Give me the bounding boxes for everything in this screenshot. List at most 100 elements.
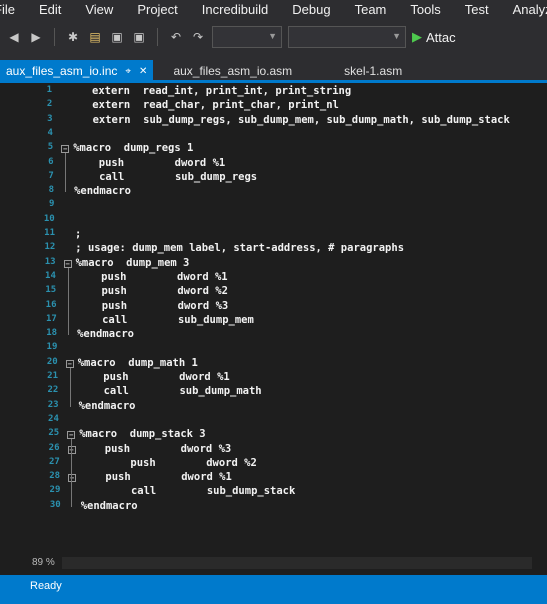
- fold-toggle-icon[interactable]: −: [61, 145, 70, 154]
- toolbar-separator: [54, 28, 55, 46]
- new-project-icon[interactable]: ✱: [65, 29, 81, 45]
- line-number: 7: [48, 170, 54, 181]
- code-line[interactable]: 12 ; usage: dump_mem label, start-address…: [0, 242, 547, 256]
- zoom-level[interactable]: 89 %: [32, 557, 55, 568]
- horizontal-scrollbar[interactable]: [62, 557, 532, 569]
- code-text: ; usage: dump_mem label, start-address, …: [75, 242, 405, 255]
- line-number: 16: [45, 299, 57, 310]
- tab-aux-files-asm-io-inc[interactable]: aux_files_asm_io.inc ⌖ ✕: [0, 60, 154, 82]
- forward-icon[interactable]: ▶: [28, 29, 44, 45]
- code-text: call sub_dump_stack: [80, 485, 296, 498]
- attach-label: Attac: [426, 29, 456, 45]
- solution-config-dropdown[interactable]: ▼: [212, 26, 282, 48]
- code-text: push dword %1: [73, 156, 226, 169]
- line-number: 1: [46, 85, 52, 95]
- tab-label: aux_files_asm_io.asm: [173, 64, 293, 78]
- code-line[interactable]: 29 call sub_dump_stack: [0, 485, 547, 499]
- code-text: push dword %1: [75, 270, 228, 283]
- code-line[interactable]: 1 extern read_int, print_int, print_strin…: [0, 85, 547, 99]
- code-line[interactable]: 8 %endmacro: [0, 185, 547, 199]
- line-number: 24: [48, 413, 59, 424]
- code-line[interactable]: 18 %endmacro: [0, 328, 547, 342]
- menu-file[interactable]: File: [0, 2, 15, 17]
- fold-toggle-icon[interactable]: −: [65, 359, 74, 368]
- undo-icon[interactable]: ↶: [168, 29, 184, 45]
- menu-view[interactable]: View: [85, 2, 113, 17]
- code-line[interactable]: 4: [0, 128, 547, 142]
- line-number: 29: [49, 485, 61, 496]
- code-line[interactable]: 2 extern read_char, print_char, print_nl: [0, 99, 547, 113]
- status-text: Ready: [30, 580, 62, 592]
- code-line[interactable]: 5− %macro dump_regs 1: [0, 142, 547, 156]
- close-icon[interactable]: ✕: [139, 66, 147, 77]
- redo-icon[interactable]: ↷: [190, 29, 206, 45]
- fold-guide: [65, 153, 67, 193]
- line-number: 12: [44, 242, 56, 253]
- menu-test[interactable]: Test: [465, 2, 489, 17]
- code-line[interactable]: 20− %macro dump_math 1: [0, 357, 547, 371]
- fold-toggle-icon[interactable]: −: [67, 431, 76, 440]
- fold-guide: [71, 439, 73, 507]
- code-line[interactable]: 30 %endmacro: [0, 500, 547, 514]
- code-line[interactable]: 23 %endmacro: [0, 400, 547, 414]
- toolbar-separator: [157, 28, 158, 46]
- save-icon[interactable]: ▣: [109, 29, 125, 45]
- tab-skel-1-asm[interactable]: skel-1.asm: [338, 60, 408, 82]
- code-line[interactable]: 6 push dword %1: [0, 157, 547, 171]
- chevron-down-icon: ▼: [268, 31, 277, 41]
- code-text: %endmacro: [74, 185, 131, 198]
- code-line[interactable]: 9: [0, 199, 547, 213]
- menu-analyze[interactable]: Analyze: [513, 2, 547, 17]
- code-line[interactable]: 11;: [0, 228, 547, 242]
- code-line[interactable]: 10: [0, 214, 547, 228]
- open-icon[interactable]: ▤: [87, 29, 103, 45]
- code-line[interactable]: 25− %macro dump_stack 3: [0, 428, 547, 442]
- line-number: 18: [46, 328, 58, 339]
- code-line[interactable]: 21 push dword %1: [0, 371, 547, 385]
- line-number: 5: [47, 142, 54, 153]
- code-text: call sub_dump_math: [78, 385, 262, 398]
- code-text: %endmacro: [80, 499, 138, 512]
- menu-tools[interactable]: Tools: [410, 2, 440, 17]
- editor-footer: 89 %: [0, 553, 547, 575]
- code-line[interactable]: 22 call sub_dump_math: [0, 385, 547, 399]
- attach-button[interactable]: ▶ Attac: [412, 29, 456, 45]
- menu-project[interactable]: Project: [137, 2, 177, 17]
- menu-team[interactable]: Team: [355, 2, 387, 17]
- line-number: 26: [48, 442, 60, 453]
- back-icon[interactable]: ◀: [6, 29, 22, 45]
- code-line[interactable]: 14 push dword %1: [0, 271, 547, 285]
- save-all-icon[interactable]: ▣: [131, 29, 147, 45]
- menu-debug[interactable]: Debug: [292, 2, 330, 17]
- code-text: %endmacro: [77, 328, 134, 341]
- code-line[interactable]: 13− %macro dump_mem 3: [0, 257, 547, 271]
- code-line[interactable]: 27 push dword %2: [0, 457, 547, 471]
- code-line[interactable]: 17 call sub_dump_mem: [0, 314, 547, 328]
- line-number: 6: [48, 156, 54, 167]
- code-line[interactable]: 16 push dword %3: [0, 300, 547, 314]
- code-line[interactable]: 7 call sub_dump_regs: [0, 171, 547, 185]
- code-line[interactable]: 3 extern sub_dump_regs, sub_dump_mem, sub…: [0, 114, 547, 128]
- pin-icon[interactable]: ⌖: [125, 66, 131, 77]
- menu-edit[interactable]: Edit: [39, 2, 61, 17]
- tab-aux-files-asm-io-asm[interactable]: aux_files_asm_io.asm: [167, 60, 298, 82]
- code-line[interactable]: 26− push dword %3: [0, 443, 547, 457]
- toolbar: ◀ ▶ ✱ ▤ ▣ ▣ ↶ ↷ ▼ ▼ ▶ Attac: [0, 18, 547, 56]
- code-editor[interactable]: 1 extern read_int, print_int, print_strin…: [0, 83, 547, 553]
- line-number: 4: [47, 127, 53, 138]
- solution-platform-dropdown[interactable]: ▼: [288, 26, 406, 48]
- line-number: 28: [49, 471, 61, 482]
- play-icon: ▶: [412, 29, 422, 44]
- menu-incredibuild[interactable]: Incredibuild: [202, 2, 269, 17]
- line-number: 30: [49, 499, 61, 510]
- fold-toggle-icon[interactable]: −: [63, 259, 72, 268]
- code-text: push dword %3: [76, 299, 229, 312]
- code-line[interactable]: 15 push dword %2: [0, 285, 547, 299]
- code-line[interactable]: 28− push dword %1: [0, 471, 547, 485]
- code-line[interactable]: 19: [0, 342, 547, 356]
- code-line[interactable]: 24: [0, 414, 547, 428]
- code-text: push dword %1: [78, 371, 230, 383]
- code-text: %macro dump_mem 3: [75, 256, 190, 269]
- line-number: 22: [47, 385, 59, 396]
- line-number: 19: [46, 342, 58, 353]
